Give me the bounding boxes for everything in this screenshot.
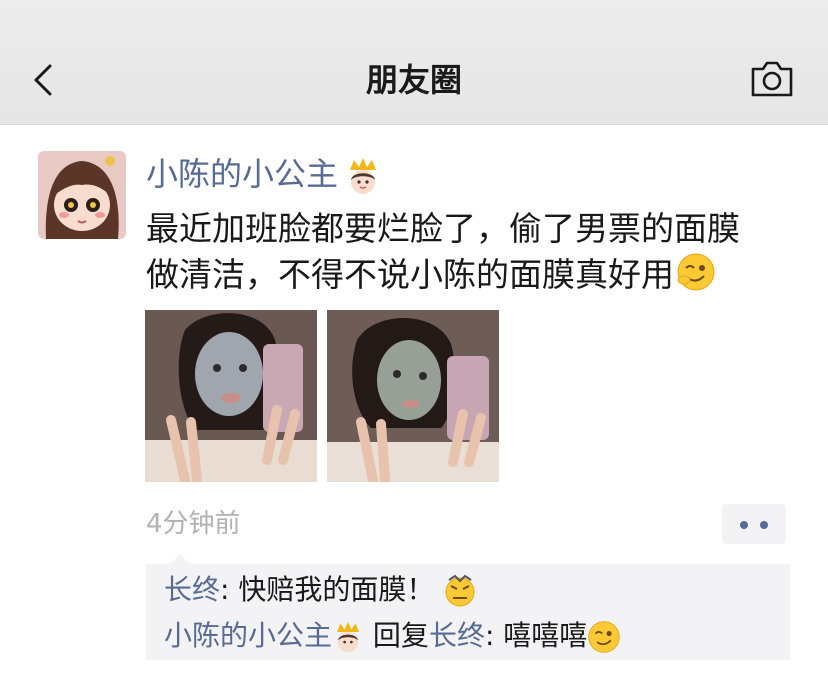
crown-woman-icon — [337, 621, 359, 653]
reply-target[interactable]: 长终 — [429, 619, 485, 652]
comment-author[interactable]: 小陈的小公主 — [164, 619, 332, 652]
comment-text: 嘻嘻嘻 — [503, 619, 588, 652]
comment[interactable]: 长终: 快赔我的面膜！ — [164, 570, 477, 610]
post-photo-1[interactable] — [145, 310, 317, 482]
post-time: 4分钟前 — [146, 509, 241, 539]
post-photo-2[interactable] — [327, 310, 499, 482]
dot-icon — [740, 521, 748, 529]
crown-woman-icon — [350, 158, 377, 194]
comment[interactable]: 小陈的小公主 回复长终: 嘻嘻嘻 — [164, 616, 621, 656]
wink-emoji-icon — [677, 253, 715, 291]
comments-box: 长终: 快赔我的面膜！ 小陈的小公主 回复长终: 嘻嘻嘻 — [146, 554, 790, 660]
camera-icon[interactable] — [750, 60, 794, 98]
post-text: 最近加班脸都要烂脸了，偷了男票的面膜 做清洁，不得不说小陈的面膜真好用 — [146, 206, 786, 298]
comment-text: 快赔我的面膜！ — [238, 573, 435, 606]
post-author[interactable]: 小陈的小公主 — [146, 152, 382, 196]
comment-separator: : — [220, 573, 239, 606]
page-title: 朋友圈 — [365, 61, 462, 99]
top-bar: 朋友圈 — [0, 0, 828, 125]
more-actions-button[interactable] — [722, 504, 786, 544]
angry-emoji-icon — [445, 574, 475, 607]
author-name[interactable]: 小陈的小公主 — [146, 155, 338, 193]
dot-icon — [760, 521, 768, 529]
post-body: 最近加班脸都要烂脸了，偷了男票的面膜 做清洁，不得不说小陈的面膜真好用 — [146, 209, 740, 294]
reply-word: 回复 — [372, 619, 429, 652]
comment-author[interactable]: 长终 — [164, 573, 220, 606]
comment-separator: : — [484, 619, 504, 652]
avatar[interactable] — [38, 151, 126, 239]
wink-emoji-icon — [588, 621, 621, 653]
